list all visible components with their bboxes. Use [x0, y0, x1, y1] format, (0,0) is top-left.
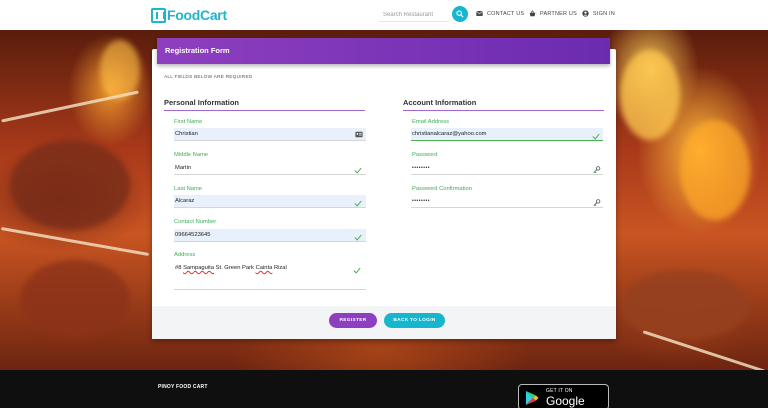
personal-info-title: Personal Information	[164, 98, 240, 107]
address-text: St. Green Park	[214, 265, 256, 271]
footer-brand: PINOY FOOD CART	[158, 384, 208, 390]
valid-check-icon	[354, 167, 362, 174]
middle-name-field[interactable]: Martin	[174, 162, 366, 175]
email-label: Email Address	[412, 119, 450, 125]
foodcart-logo[interactable]: FoodCart	[151, 7, 227, 23]
nav-contact-us[interactable]: CONTACT US	[476, 10, 524, 17]
meat-skewer	[20, 260, 130, 340]
account-info-title: Account Information	[403, 98, 477, 107]
meat-skewer	[10, 140, 130, 230]
password-confirm-label: Password Confirmation	[412, 186, 472, 192]
skewer-stick	[1, 90, 139, 123]
address-field[interactable]: #8 Sampaguita St. Green Park Cainta Riza…	[174, 262, 366, 290]
valid-check-icon	[592, 133, 600, 140]
basket-icon	[529, 10, 536, 17]
middle-name-label: Middle Name	[174, 152, 209, 158]
nav-signin-label: SIGN IN	[593, 10, 615, 17]
meat-skewer	[620, 270, 750, 340]
section-divider	[403, 110, 604, 111]
password-label: Password	[412, 152, 438, 158]
flame-highlight	[620, 50, 680, 140]
password-confirm-field[interactable]: ••••••••	[411, 195, 603, 208]
valid-check-icon	[354, 234, 362, 241]
key-icon[interactable]	[593, 199, 601, 206]
nav-sign-in[interactable]: SIGN IN	[582, 10, 615, 17]
nav-partner-label: PARTNER US	[540, 10, 577, 17]
top-navbar: FoodCart CONTACT US PARTNER US SIGN IN	[0, 0, 768, 30]
envelope-icon	[476, 11, 483, 16]
flame-highlight	[680, 120, 750, 220]
required-note: ALL FIELDS BELOW ARE REQUIRED	[164, 75, 253, 80]
first-name-label: First Name	[174, 119, 203, 125]
cart-logo-icon	[151, 7, 166, 23]
address-text: Sampaguita	[183, 265, 214, 271]
google-play-big-text: Google Play	[546, 394, 585, 408]
section-divider	[164, 110, 365, 111]
address-text: Cainta	[255, 265, 273, 271]
registration-card	[152, 49, 616, 339]
key-icon[interactable]	[593, 166, 601, 173]
nav-contact-label: CONTACT US	[487, 10, 525, 17]
form-title: Registration Form	[157, 38, 610, 64]
address-text: #8	[175, 265, 184, 271]
password-field[interactable]: ••••••••	[411, 162, 603, 175]
email-field[interactable]: christianalcaraz@yahoo.com	[411, 128, 603, 141]
nav-partner-us[interactable]: PARTNER US	[529, 10, 577, 17]
logo-text: FoodCart	[167, 7, 227, 23]
contact-number-field[interactable]: 09664523645	[174, 229, 366, 242]
last-name-field[interactable]: Alcaraz	[174, 195, 366, 208]
search-icon	[456, 10, 464, 18]
google-play-badge[interactable]: GET IT ON Google Play	[518, 384, 609, 408]
contact-card-icon	[355, 131, 363, 138]
register-button[interactable]: REGISTER	[329, 313, 377, 328]
page-footer	[0, 370, 768, 408]
address-text: Rizal	[272, 265, 287, 271]
first-name-field[interactable]: Christian	[174, 128, 366, 141]
valid-check-icon	[354, 200, 362, 207]
back-to-login-button[interactable]: BACK TO LOGIN	[384, 313, 445, 328]
search-button[interactable]	[452, 6, 468, 22]
search-input[interactable]	[379, 8, 449, 22]
address-label: Address	[174, 252, 196, 258]
account-circle-icon	[582, 10, 589, 17]
contact-number-label: Contact Number	[174, 219, 217, 225]
valid-check-icon	[353, 267, 361, 274]
last-name-label: Last Name	[174, 186, 203, 192]
skewer-stick	[0, 226, 150, 257]
google-play-icon	[526, 391, 539, 405]
